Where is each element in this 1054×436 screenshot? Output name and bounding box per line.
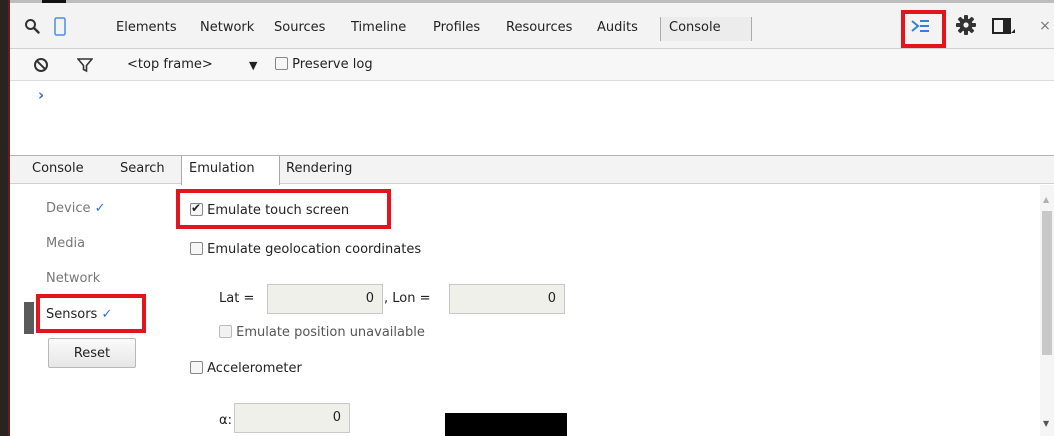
preserve-log-label: Preserve log [292, 57, 373, 72]
emulate-touch-option[interactable]: Emulate touch screen [190, 201, 350, 218]
accelerometer-option[interactable]: Accelerometer [190, 361, 302, 376]
geolocation-label: Emulate geolocation coordinates [207, 242, 422, 257]
sidebar-item-sensors[interactable]: Sensors ✓ [46, 307, 112, 322]
position-unavailable-checkbox[interactable] [219, 325, 232, 338]
frame-select[interactable]: <top frame> [127, 57, 213, 72]
scroll-up-icon[interactable]: ▲ [1043, 195, 1049, 204]
settings-gear-icon[interactable] [955, 14, 977, 36]
device-orientation-preview [445, 413, 567, 436]
close-icon[interactable]: × [1038, 17, 1052, 35]
window-edge [0, 0, 10, 436]
vertical-scrollbar[interactable]: ▲ ▼ [1040, 185, 1054, 436]
position-unavailable-label: Emulate position unavailable [236, 325, 425, 340]
sidebar-item-network[interactable]: Network [46, 271, 100, 286]
lat-label: Lat = [219, 291, 255, 306]
geolocation-checkbox[interactable] [190, 242, 203, 255]
emulate-touch-label: Emulate touch screen [207, 203, 350, 218]
lon-label: , Lon = [384, 291, 431, 306]
device-mode-icon[interactable] [52, 15, 68, 37]
console-input-area[interactable] [10, 82, 1054, 154]
tab-resources[interactable]: Resources [506, 20, 572, 35]
sidebar-item-media[interactable]: Media [46, 236, 85, 251]
show-drawer-icon[interactable] [908, 15, 932, 37]
sidebar-item-label: Sensors [46, 307, 98, 322]
tab-timeline[interactable]: Timeline [351, 20, 406, 35]
frame-select-arrow-icon[interactable]: ▼ [249, 59, 257, 72]
drawer-tab-search[interactable]: Search [120, 161, 165, 176]
preserve-log-option[interactable]: Preserve log [275, 57, 373, 72]
drawer-tab-console[interactable]: Console [32, 161, 84, 176]
devtools-toolbar: Elements Network Sources Timeline Profil… [10, 3, 1054, 49]
tab-network[interactable]: Network [200, 20, 254, 35]
position-unavailable-option[interactable]: Emulate position unavailable [219, 325, 425, 340]
alpha-input[interactable]: 0 [234, 403, 350, 433]
tab-console[interactable]: Console [669, 20, 721, 35]
clear-console-icon[interactable] [32, 56, 50, 74]
lat-input[interactable]: 0 [267, 284, 383, 314]
drawer-tab-rendering[interactable]: Rendering [286, 161, 352, 176]
filter-icon[interactable] [76, 56, 94, 74]
scroll-down-icon[interactable]: ▼ [1043, 419, 1049, 428]
geolocation-option[interactable]: Emulate geolocation coordinates [190, 242, 421, 257]
accelerometer-checkbox[interactable] [190, 361, 203, 374]
reset-button[interactable]: Reset [48, 338, 136, 368]
scrollbar-thumb[interactable] [1042, 211, 1052, 355]
search-icon[interactable] [22, 16, 42, 36]
sidebar-item-label: Media [46, 236, 86, 251]
preserve-log-checkbox[interactable] [275, 57, 288, 70]
sidebar-item-device[interactable]: Device ✓ [46, 201, 106, 216]
sidebar-item-label: Network [46, 271, 101, 286]
check-icon: ✓ [101, 307, 113, 322]
lon-input[interactable]: 0 [449, 284, 565, 314]
selected-item-marker [24, 302, 34, 334]
drawer-tabbar: Console Search Emulation Rendering [10, 155, 1054, 185]
tab-audits[interactable]: Audits [597, 20, 638, 35]
alpha-label: α: [219, 413, 232, 428]
tab-elements[interactable]: Elements [116, 20, 177, 35]
tab-sources[interactable]: Sources [274, 20, 325, 35]
console-toolbar: <top frame> ▼ Preserve log [10, 49, 1054, 81]
tab-profiles[interactable]: Profiles [433, 20, 480, 35]
check-icon: ✓ [94, 201, 106, 216]
console-prompt-icon: › [38, 86, 45, 104]
accelerometer-label: Accelerometer [207, 361, 302, 376]
emulate-touch-checkbox[interactable] [190, 201, 203, 216]
sidebar-item-label: Device [46, 201, 91, 216]
drawer-tab-emulation[interactable]: Emulation [189, 161, 255, 176]
dock-side-icon[interactable] [991, 15, 1017, 37]
